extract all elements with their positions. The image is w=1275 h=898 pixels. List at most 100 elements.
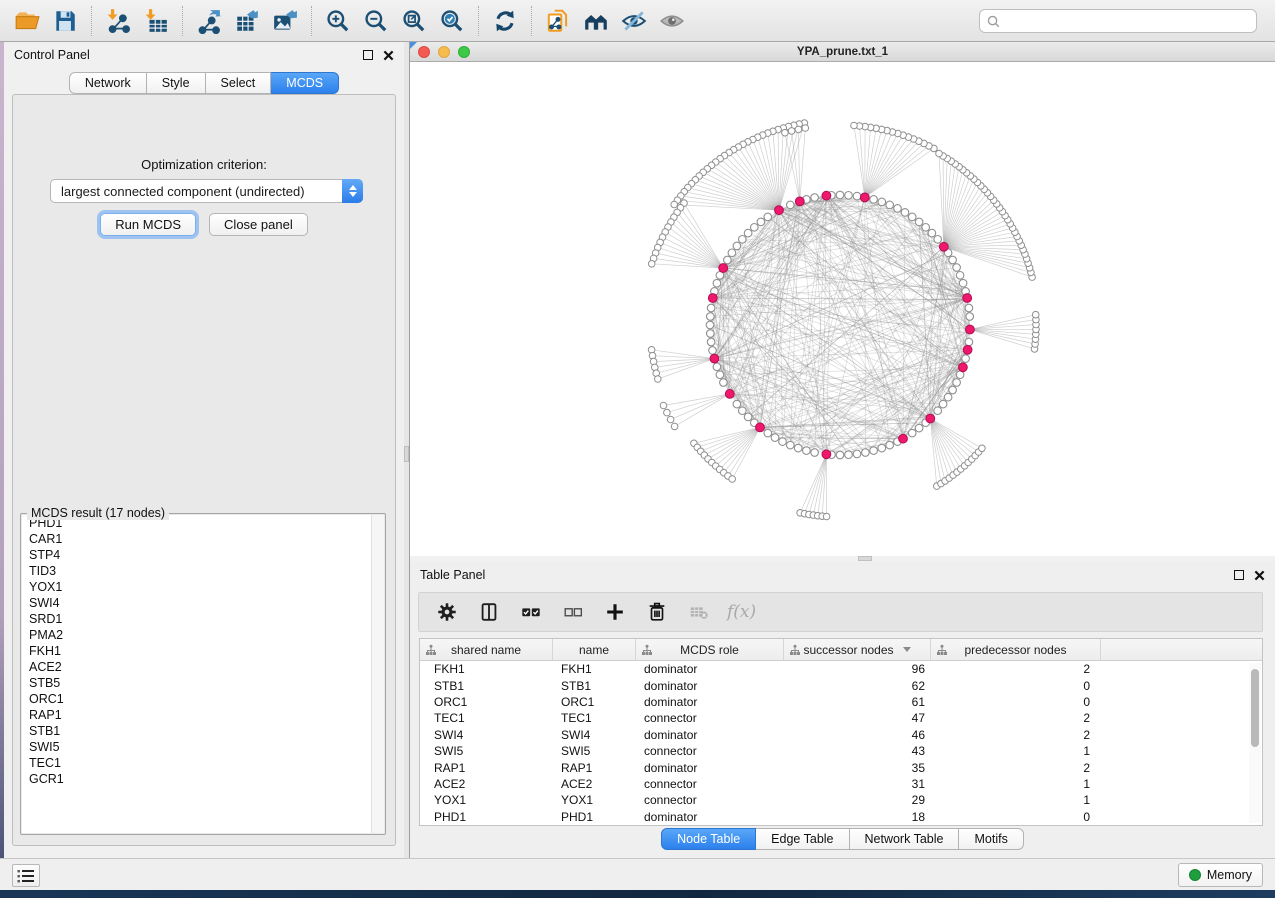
mcds-result-item[interactable]: FKH1	[22, 643, 384, 659]
mcds-result-item[interactable]: STB5	[22, 675, 384, 691]
graph-leaf-node[interactable]	[655, 376, 662, 383]
mcds-result-item[interactable]: RAP1	[22, 707, 384, 723]
graph-node[interactable]	[915, 218, 923, 226]
graph-leaf-node[interactable]	[729, 476, 736, 483]
deselect-all-icon[interactable]	[559, 597, 587, 627]
graph-node[interactable]	[739, 236, 747, 244]
table-row[interactable]: STB1STB1dominator620	[420, 677, 1262, 693]
select-all-icon[interactable]	[517, 597, 545, 627]
graph-hub-node[interactable]	[822, 450, 831, 459]
graph-node[interactable]	[965, 338, 973, 346]
graph-node[interactable]	[959, 279, 967, 287]
graph-node[interactable]	[966, 313, 974, 321]
column-header-predecessor-nodes[interactable]: predecessor nodes	[931, 639, 1101, 660]
graph-node[interactable]	[949, 386, 957, 394]
graph-node[interactable]	[811, 449, 819, 457]
graph-hub-node[interactable]	[708, 294, 717, 303]
tab-node-table[interactable]: Node Table	[661, 828, 756, 850]
graph-node[interactable]	[956, 272, 964, 280]
graph-node[interactable]	[862, 449, 870, 457]
graph-node[interactable]	[707, 338, 715, 346]
export-image-icon[interactable]	[266, 4, 304, 38]
tab-network[interactable]: Network	[69, 72, 147, 94]
graph-hub-node[interactable]	[926, 414, 935, 423]
graph-node[interactable]	[886, 201, 894, 209]
graph-node[interactable]	[894, 205, 902, 213]
graph-hub-node[interactable]	[899, 434, 908, 443]
graph-node[interactable]	[716, 371, 724, 379]
graph-leaf-node[interactable]	[851, 122, 858, 129]
save-icon[interactable]	[46, 4, 84, 38]
graph-leaf-node[interactable]	[667, 416, 674, 423]
graph-node[interactable]	[787, 441, 795, 449]
table-row[interactable]: ACE2ACE2connector311	[420, 776, 1262, 792]
mcds-result-item[interactable]: TEC1	[22, 755, 384, 771]
graph-node[interactable]	[707, 330, 715, 338]
tab-style[interactable]: Style	[147, 72, 206, 94]
table-row[interactable]: FKH1FKH1dominator962	[420, 661, 1262, 677]
graph-node[interactable]	[953, 264, 961, 272]
graph-hub-node[interactable]	[939, 242, 948, 251]
optimization-criterion-select[interactable]: largest connected component (undirected)	[50, 179, 363, 203]
graph-node[interactable]	[733, 400, 741, 408]
graph-leaf-node[interactable]	[782, 129, 789, 136]
table-row[interactable]: TEC1TEC1connector472	[420, 710, 1262, 726]
graph-hub-node[interactable]	[756, 423, 765, 432]
splitter-grip[interactable]	[404, 446, 409, 462]
graph-node[interactable]	[803, 447, 811, 455]
table-row[interactable]: RAP1RAP1dominator352	[420, 759, 1262, 775]
graph-leaf-node[interactable]	[802, 125, 809, 132]
graph-node[interactable]	[751, 224, 759, 232]
graph-leaf-node[interactable]	[648, 261, 655, 268]
mcds-result-item[interactable]: GCR1	[22, 771, 384, 787]
graph-node[interactable]	[779, 438, 787, 446]
mcds-result-item[interactable]: STP4	[22, 547, 384, 563]
graph-node[interactable]	[787, 201, 795, 209]
float-panel-icon[interactable]	[1234, 570, 1244, 580]
tab-mcds[interactable]: MCDS	[271, 72, 339, 94]
graph-node[interactable]	[764, 429, 772, 437]
graph-node[interactable]	[915, 424, 923, 432]
graph-leaf-node[interactable]	[671, 423, 678, 430]
graph-node[interactable]	[853, 192, 861, 200]
graph-node[interactable]	[878, 198, 886, 206]
graph-leaf-node[interactable]	[823, 513, 830, 520]
open-icon[interactable]	[8, 4, 46, 38]
zoom-out-icon[interactable]	[357, 4, 395, 38]
column-header-shared-name[interactable]: shared name	[420, 639, 553, 660]
list-scrollbar[interactable]	[371, 515, 384, 833]
mcds-result-item[interactable]: PMA2	[22, 627, 384, 643]
graph-node[interactable]	[845, 192, 853, 200]
float-panel-icon[interactable]	[363, 50, 373, 60]
graph-leaf-node[interactable]	[936, 150, 943, 157]
graph-node[interactable]	[922, 224, 930, 232]
refresh-icon[interactable]	[486, 4, 524, 38]
table-row[interactable]: SWI5SWI5connector431	[420, 743, 1262, 759]
mcds-result-item[interactable]: SRD1	[22, 611, 384, 627]
tab-network-table[interactable]: Network Table	[850, 828, 960, 850]
zoom-in-icon[interactable]	[319, 4, 357, 38]
graph-hub-node[interactable]	[775, 206, 784, 215]
column-header-successor-nodes[interactable]: successor nodes	[784, 639, 931, 660]
graph-node[interactable]	[939, 400, 947, 408]
graph-node[interactable]	[720, 379, 728, 387]
graph-node[interactable]	[739, 407, 747, 415]
new-network-from-selection-icon[interactable]	[539, 4, 577, 38]
graph-node[interactable]	[944, 393, 952, 401]
column-header-name[interactable]: name	[553, 639, 636, 660]
graph-node[interactable]	[728, 249, 736, 257]
graph-leaf-node[interactable]	[795, 126, 802, 133]
graph-node[interactable]	[886, 441, 894, 449]
zoom-selected-icon[interactable]	[433, 4, 471, 38]
scrollbar-thumb[interactable]	[1251, 669, 1259, 747]
graph-node[interactable]	[953, 379, 961, 387]
column-header-MCDS-role[interactable]: MCDS role	[636, 639, 784, 660]
search-input[interactable]	[1001, 14, 1256, 28]
splitter-grip[interactable]	[858, 556, 872, 561]
graph-leaf-node[interactable]	[788, 128, 795, 135]
import-network-icon[interactable]	[99, 4, 137, 38]
graph-node[interactable]	[870, 196, 878, 204]
graph-node[interactable]	[949, 256, 957, 264]
graph-leaf-node[interactable]	[671, 201, 678, 208]
graph-leaf-node[interactable]	[979, 445, 986, 452]
